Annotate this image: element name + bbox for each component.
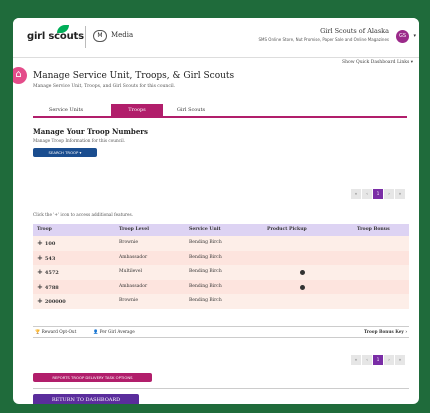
troop-cell: +4788 xyxy=(37,280,59,296)
troop-number: 4788 xyxy=(44,284,59,291)
troop-bonus-key-link[interactable]: Troop Bonus Key › xyxy=(364,329,407,334)
troop-level-cell: Ambassador xyxy=(119,254,148,260)
tab-bar: Service Units Troops Girl Scouts xyxy=(33,104,407,118)
tab-service-units[interactable]: Service Units xyxy=(41,104,91,117)
service-unit-cell: Bending Birch xyxy=(189,269,222,274)
troop-number: 543 xyxy=(44,255,56,262)
expand-row-icon[interactable]: + xyxy=(37,239,43,247)
council-programs: SMS Online Store, Nut Promise, Paper Sal… xyxy=(258,37,390,42)
next-page-button[interactable]: › xyxy=(384,355,394,365)
troop-cell: +100 xyxy=(37,236,55,252)
legend-reward-opt-out: 🏆 Reward Opt-Out xyxy=(35,329,76,335)
section-title: Manage Your Troop Numbers xyxy=(33,127,148,136)
page-1-button[interactable]: 1 xyxy=(373,355,383,365)
product-pickup-icon[interactable] xyxy=(300,270,305,275)
person-icon: 👤 xyxy=(93,329,99,334)
media-badge-icon[interactable]: M xyxy=(93,30,107,42)
header-divider xyxy=(85,26,86,48)
troops-table: Troop Troop Level Service Unit Product P… xyxy=(33,224,409,309)
pagination-top: « ‹ 1 › » xyxy=(351,189,405,199)
pagination-bottom: « ‹ 1 › » xyxy=(351,355,405,365)
column-header-troop-bonus[interactable]: Troop Bonus xyxy=(357,224,390,236)
troop-level-cell: Brownie xyxy=(119,240,139,245)
legend-bar: 🏆 Reward Opt-Out 👤 Per Girl Average Troo… xyxy=(33,326,409,338)
expand-row-icon[interactable]: + xyxy=(37,254,43,262)
column-header-service-unit[interactable]: Service Unit xyxy=(189,224,221,236)
troop-level-cell: Multilevel xyxy=(119,269,142,274)
page-subtitle: Manage Service Unit, Troops, and Girl Sc… xyxy=(33,84,176,89)
expand-row-icon[interactable]: + xyxy=(37,297,43,305)
tab-girl-scouts[interactable]: Girl Scouts xyxy=(165,104,217,117)
app-window: girl scouts M Media Girl Scouts of Alask… xyxy=(13,18,419,404)
troop-cell: +200000 xyxy=(37,294,66,310)
legend-per-girl-average: 👤 Per Girl Average xyxy=(93,329,135,335)
troop-cell: +4572 xyxy=(37,265,59,281)
column-header-troop-level[interactable]: Troop Level xyxy=(119,224,149,236)
service-unit-cell: Bending Birch xyxy=(189,240,222,245)
legend-per-girl-label: Per Girl Average xyxy=(99,329,135,334)
column-header-troop[interactable]: Troop xyxy=(37,224,52,236)
table-row[interactable]: +100 Brownie Bending Birch xyxy=(33,236,409,251)
next-page-button[interactable]: › xyxy=(384,189,394,199)
expand-row-icon[interactable]: + xyxy=(37,283,43,291)
troop-number: 4572 xyxy=(44,270,59,276)
reports-delivery-options-button[interactable]: REPORTS TROOP DELIVERY TASK OPTIONS xyxy=(33,373,152,382)
page-1-button[interactable]: 1 xyxy=(373,189,383,199)
table-row[interactable]: +543 Ambassador Bending Birch xyxy=(33,250,409,267)
first-page-button[interactable]: « xyxy=(351,189,361,199)
table-hint: Click the '+' icon to access additional … xyxy=(33,212,133,217)
trophy-icon: 🏆 xyxy=(35,329,41,334)
home-icon[interactable]: ⌂ xyxy=(13,67,27,84)
service-unit-cell: Bending Birch xyxy=(189,283,222,289)
search-troop-button[interactable]: SEARCH TROOP ▾ xyxy=(33,148,97,157)
column-header-product-pickup[interactable]: Product Pickup xyxy=(267,224,307,236)
quick-dashboard-links-toggle[interactable]: Show Quick Dashboard Links ▾ xyxy=(342,60,413,65)
troop-cell: +543 xyxy=(37,251,55,267)
previous-page-button[interactable]: ‹ xyxy=(362,189,372,199)
table-header: Troop Troop Level Service Unit Product P… xyxy=(33,224,409,236)
troop-number: 200000 xyxy=(44,299,66,305)
table-row[interactable]: +4788 Ambassador Bending Birch xyxy=(33,279,409,296)
service-unit-cell: Bending Birch xyxy=(189,298,222,303)
troop-number: 100 xyxy=(44,241,56,247)
return-to-dashboard-button[interactable]: RETURN TO DASHBOARD xyxy=(33,394,139,404)
table-row[interactable]: +200000 Brownie Bending Birch xyxy=(33,294,409,309)
council-info: Girl Scouts of Alaska SMS Online Store, … xyxy=(259,27,390,42)
table-row[interactable]: +4572 Multilevel Bending Birch xyxy=(33,265,409,280)
council-name: Girl Scouts of Alaska xyxy=(320,27,389,35)
page-title: Manage Service Unit, Troops, & Girl Scou… xyxy=(33,71,235,81)
service-unit-cell: Bending Birch xyxy=(189,254,222,260)
last-page-button[interactable]: » xyxy=(395,189,405,199)
girl-scouts-logo[interactable]: girl scouts xyxy=(27,31,84,42)
last-page-button[interactable]: » xyxy=(395,355,405,365)
user-avatar[interactable]: GS xyxy=(396,30,409,43)
tab-troops[interactable]: Troops xyxy=(111,104,163,117)
expand-row-icon[interactable]: + xyxy=(37,268,43,276)
legend-reward-label: Reward Opt-Out xyxy=(41,329,77,334)
troop-level-cell: Ambassador xyxy=(119,283,148,289)
user-menu-chevron-icon[interactable]: ▾ xyxy=(413,33,416,39)
troop-level-cell: Brownie xyxy=(119,298,139,303)
footer-divider xyxy=(33,388,409,389)
top-navigation-bar: girl scouts M Media Girl Scouts of Alask… xyxy=(13,18,419,58)
product-pickup-icon[interactable] xyxy=(300,284,305,290)
media-label[interactable]: Media xyxy=(111,31,133,39)
previous-page-button[interactable]: ‹ xyxy=(362,355,372,365)
first-page-button[interactable]: « xyxy=(351,355,361,365)
section-subtitle: Manage Troop Information for this counci… xyxy=(33,138,125,143)
